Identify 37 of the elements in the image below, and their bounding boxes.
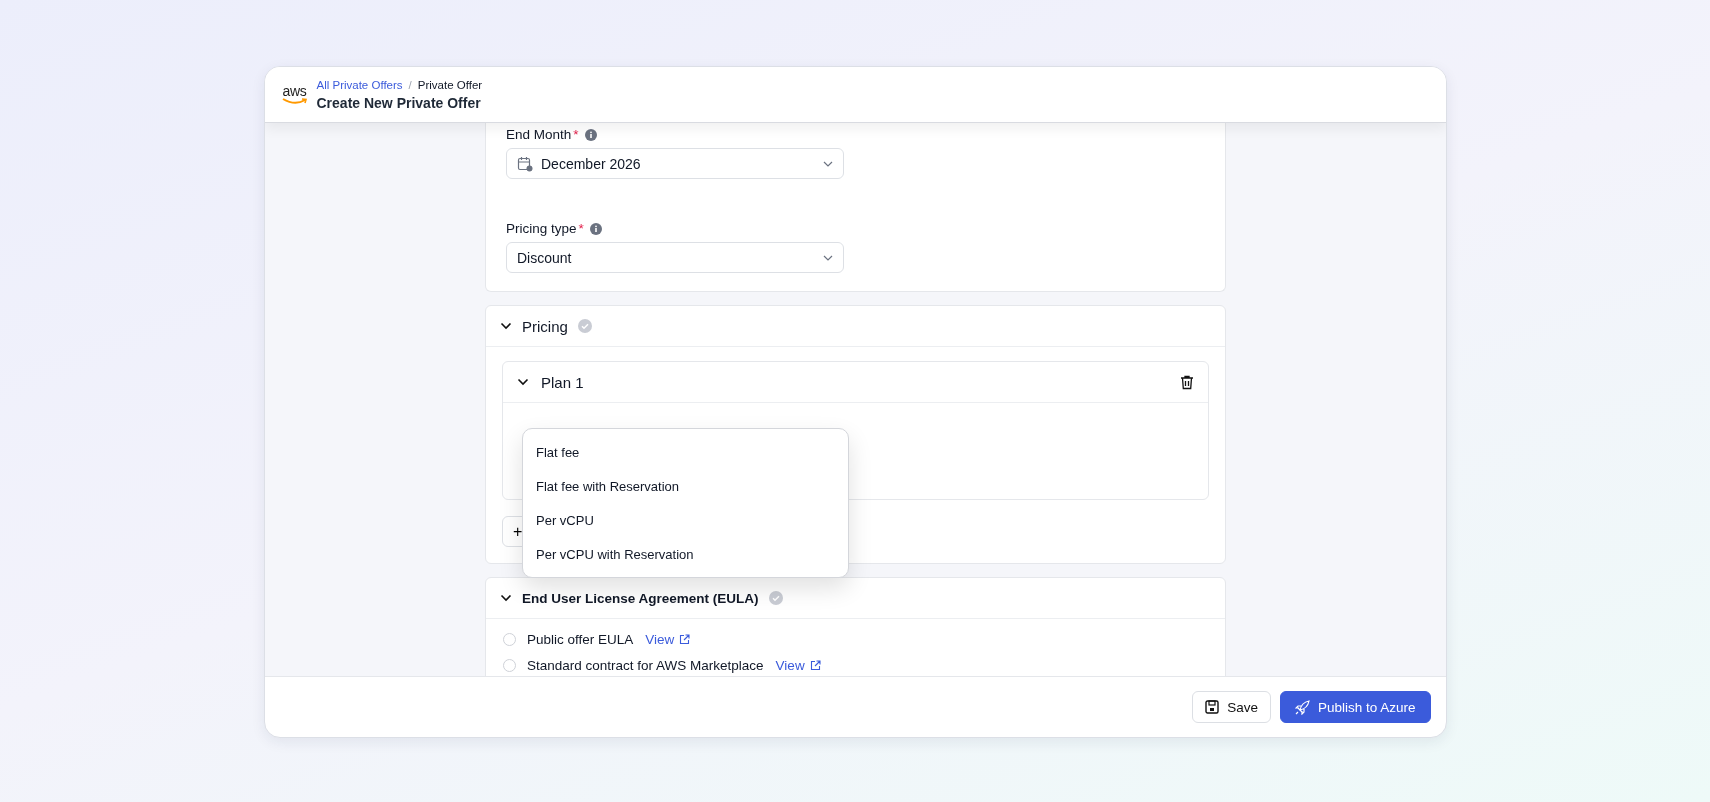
calendar-icon [517,155,533,172]
breadcrumb-current: Private Offer [417,78,483,91]
check-circle-icon [768,591,783,605]
chevron-down-icon[interactable] [500,594,512,602]
required-mark: * [578,221,584,236]
info-icon[interactable] [584,128,597,141]
external-link-icon [679,633,691,645]
radio-label: Public offer EULA [527,631,634,647]
check-circle-icon [577,319,592,333]
field-label: End Month [506,127,572,142]
breadcrumb-link[interactable]: All Private Offers [316,78,403,91]
view-link[interactable]: View [775,657,821,673]
section-title: Pricing [522,317,568,335]
external-link-icon [809,659,821,671]
trash-icon[interactable] [1180,374,1194,390]
chevron-down-icon [823,254,833,261]
dropdown-option[interactable]: Per vCPU [523,503,848,537]
dropdown-option[interactable]: Flat fee with Reservation [523,469,848,503]
page-title: Create New Private Offer [316,94,482,111]
select-field[interactable]: Discount [506,242,844,273]
info-icon[interactable] [589,222,602,235]
view-link[interactable]: View [645,631,691,647]
save-button[interactable]: Save [1192,691,1271,723]
chevron-down-icon[interactable] [517,378,529,386]
field-label: Pricing type [506,221,577,236]
dropdown-option[interactable]: Flat fee [523,435,848,469]
dropdown-option[interactable]: Per vCPU with Reservation [523,537,848,571]
publish-button[interactable]: Publish to Azure [1279,691,1431,723]
breadcrumb-separator: / [408,78,412,91]
chevron-down-icon [823,160,833,167]
chevron-down-icon[interactable] [500,322,512,330]
required-mark: * [573,127,579,142]
select-field[interactable]: December 2026 [506,148,844,179]
radio-label: Standard contract for AWS Marketplace [527,657,764,673]
plan-title: Plan 1 [541,373,585,391]
rocket-icon [1294,699,1310,715]
section-title: End User License Agreement (EULA) [522,590,759,606]
